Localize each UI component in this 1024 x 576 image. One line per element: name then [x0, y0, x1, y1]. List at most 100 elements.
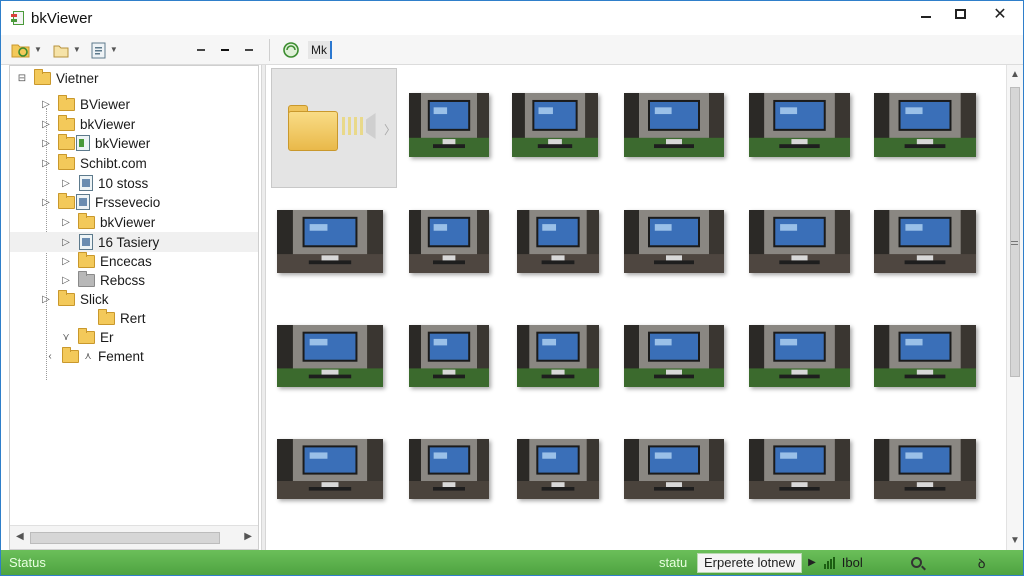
file-icon	[76, 135, 90, 151]
scroll-left-icon[interactable]: ◀	[16, 531, 24, 542]
expand-icon[interactable]: ▷	[40, 197, 52, 208]
room-photo-image	[409, 93, 489, 157]
image-thumbnail[interactable]	[874, 210, 976, 273]
expand-icon[interactable]: ▷	[40, 294, 52, 305]
view-mode-button[interactable]: ▼	[91, 39, 118, 61]
image-thumbnail[interactable]	[409, 93, 489, 157]
open-file-button[interactable]: ▼	[52, 39, 81, 61]
tree-item-root[interactable]: ⊟ Vietner	[10, 68, 258, 88]
room-photo-image	[624, 210, 724, 273]
expand-icon[interactable]: ▷	[40, 119, 52, 130]
room-photo-image	[277, 325, 383, 387]
image-thumbnail[interactable]	[512, 93, 598, 157]
search-icon[interactable]	[910, 557, 922, 568]
scroll-thumb[interactable]	[30, 532, 220, 544]
minus-icon[interactable]	[221, 48, 229, 51]
room-photo-image	[517, 210, 599, 273]
image-thumbnail[interactable]	[874, 93, 976, 157]
folder-icon	[58, 94, 75, 111]
status-field[interactable]: Erperete lotnew	[697, 552, 803, 573]
collapse-icon[interactable]: ⊟	[16, 73, 28, 84]
thumbnail-folder-selected[interactable]: 〉	[271, 68, 397, 188]
folder-icon	[58, 289, 75, 306]
tree-item[interactable]: ▷ bkViewer	[10, 114, 258, 134]
image-thumbnail[interactable]	[409, 325, 489, 387]
expand-icon[interactable]: ▷	[60, 256, 72, 267]
chevron-down-icon[interactable]: ⋏	[82, 351, 94, 362]
image-thumbnail[interactable]	[749, 439, 850, 499]
image-thumbnail[interactable]	[874, 325, 976, 387]
expand-icon[interactable]: ▷	[40, 99, 52, 110]
tree-item[interactable]: ▷ Rebcss	[10, 270, 258, 290]
tree-item[interactable]: ▷ BViewer	[10, 94, 258, 114]
tree-item-label: Fement	[98, 348, 144, 364]
tree-item[interactable]: ⋎ Er	[10, 327, 258, 347]
tree-item-label: 10 stoss	[98, 175, 149, 191]
tree-item-selected[interactable]: ▷ 16 Tasiery	[10, 232, 258, 252]
expand-icon[interactable]: ⋎	[60, 332, 72, 343]
pin-icon[interactable]: ꝺ	[978, 554, 986, 572]
folder-icon	[58, 192, 75, 209]
tree-item[interactable]: ▷ Frssevecio	[10, 192, 258, 212]
image-thumbnail[interactable]	[517, 325, 599, 387]
image-thumbnail[interactable]	[749, 325, 850, 387]
expand-icon[interactable]: ▷	[60, 217, 72, 228]
maximize-icon	[954, 9, 966, 19]
image-thumbnail[interactable]	[517, 210, 599, 273]
close-button[interactable]: ✕	[977, 1, 1023, 27]
minus-icon[interactable]	[245, 48, 253, 51]
image-thumbnail[interactable]	[277, 325, 383, 387]
expand-icon[interactable]: ▷	[60, 237, 72, 248]
tree-item[interactable]: ▷ Schibt.com	[10, 153, 258, 173]
chevron-right-icon: 〉	[384, 123, 397, 137]
play-icon[interactable]: ▶	[808, 557, 816, 568]
tree-item[interactable]: ▷ Slick	[10, 289, 258, 309]
scroll-down-icon[interactable]: ▼	[1010, 535, 1020, 546]
image-thumbnail[interactable]	[624, 93, 724, 157]
folder-icon	[78, 212, 95, 229]
image-thumbnail[interactable]	[624, 325, 724, 387]
image-thumbnail[interactable]	[409, 210, 489, 273]
image-thumbnail[interactable]	[749, 93, 850, 157]
refresh-icon[interactable]	[282, 41, 300, 59]
horizontal-scrollbar[interactable]: ◀ ▶	[10, 525, 258, 549]
tree-item[interactable]: ▷ bkViewer	[10, 133, 258, 153]
pane-splitter[interactable]	[261, 65, 266, 550]
chevron-left-icon[interactable]: ‹	[44, 351, 56, 362]
scroll-thumb[interactable]	[1010, 87, 1020, 377]
tree-item[interactable]: ▷ 10 stoss	[10, 173, 258, 193]
expand-icon[interactable]: ▷	[40, 158, 52, 169]
image-thumbnail[interactable]	[624, 439, 724, 499]
address-input[interactable]: Mk	[308, 40, 332, 59]
expand-icon[interactable]: ▷	[60, 275, 72, 286]
address-bar[interactable]: Mk	[282, 40, 332, 59]
folder-icon	[78, 251, 95, 268]
image-thumbnail[interactable]	[277, 210, 383, 273]
maximize-button[interactable]	[943, 1, 977, 27]
title-bar[interactable]: bkViewer ✕	[1, 1, 1023, 35]
scroll-right-icon[interactable]: ▶	[244, 531, 252, 542]
expand-icon[interactable]: ▷	[40, 138, 52, 149]
tree-item[interactable]: ▷ bkViewer	[10, 212, 258, 232]
browse-folder-button[interactable]: ▼	[11, 39, 42, 61]
room-photo-image	[409, 210, 489, 273]
image-thumbnail[interactable]	[277, 439, 383, 499]
room-photo-image	[517, 325, 599, 387]
vertical-scrollbar[interactable]: ▲ ▼	[1006, 65, 1023, 550]
tree-item[interactable]: ▷ Encecas	[10, 251, 258, 271]
expand-icon[interactable]: ▷	[60, 178, 72, 189]
speaker-icon	[366, 113, 376, 139]
tree-item[interactable]: Rert	[10, 308, 258, 328]
image-thumbnail[interactable]	[749, 210, 850, 273]
image-thumbnail[interactable]	[874, 439, 976, 499]
file-icon	[79, 175, 93, 191]
image-thumbnail[interactable]	[409, 439, 489, 499]
image-thumbnail[interactable]	[624, 210, 724, 273]
tree-item[interactable]: ‹ ⋏ Fement	[10, 346, 258, 366]
minimize-button[interactable]	[909, 1, 943, 27]
collapse-icon[interactable]	[197, 48, 205, 51]
image-thumbnail[interactable]	[517, 439, 599, 499]
scroll-up-icon[interactable]: ▲	[1010, 69, 1020, 80]
window-controls: ✕	[909, 1, 1023, 29]
folder-icon	[78, 327, 95, 344]
